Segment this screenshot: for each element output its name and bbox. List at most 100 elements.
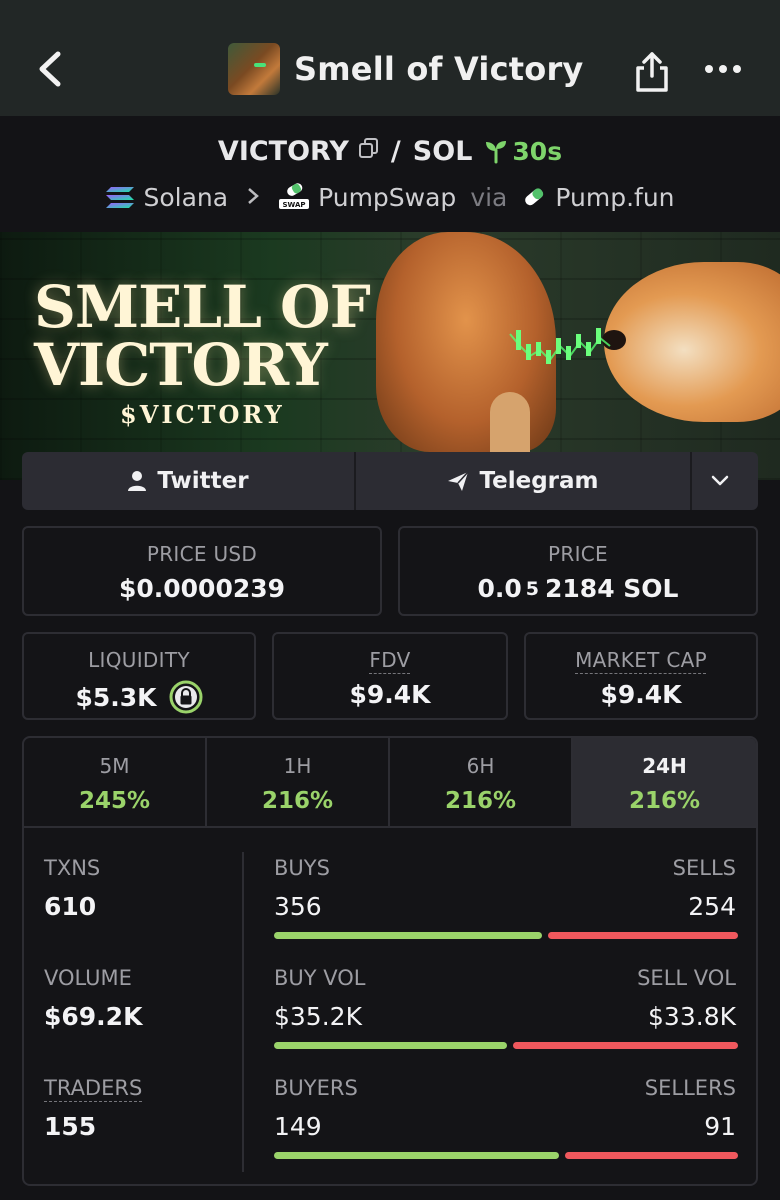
sprout-icon bbox=[486, 141, 507, 164]
tab-1h[interactable]: 1H 216% bbox=[207, 738, 390, 826]
traders-label[interactable]: TRADERS bbox=[44, 1076, 142, 1100]
sells-value: 254 bbox=[688, 892, 736, 921]
tab-24h[interactable]: 24H 216% bbox=[573, 738, 756, 826]
price-sol-digits: 2184 SOL bbox=[545, 574, 679, 603]
volume-label: VOLUME bbox=[44, 966, 132, 990]
banner-title-line1: SMELL OF bbox=[34, 273, 371, 341]
buyers-value: 149 bbox=[274, 1112, 322, 1141]
twitter-button[interactable]: Twitter bbox=[22, 452, 356, 510]
tab-24h-label: 24H bbox=[642, 754, 687, 778]
buys-label: BUYS bbox=[274, 856, 330, 880]
send-icon bbox=[448, 471, 470, 491]
buyers-label: BUYERS bbox=[274, 1076, 358, 1100]
chain-dex[interactable]: PumpSwap bbox=[318, 183, 456, 212]
market-cap-box: MARKET CAP $9.4K bbox=[524, 632, 758, 720]
liquidity-label: LIQUIDITY bbox=[88, 648, 190, 672]
more-links-dropdown[interactable] bbox=[692, 452, 758, 510]
sellers-bar bbox=[565, 1152, 738, 1159]
tab-6h-label: 6H bbox=[466, 754, 495, 778]
liquidity-box: LIQUIDITY $5.3K bbox=[22, 632, 256, 720]
price-sol-prefix: 0.0 bbox=[477, 574, 522, 603]
via-label: via bbox=[470, 182, 508, 212]
sells-label: SELLS bbox=[672, 856, 736, 880]
candlestick-graphic bbox=[509, 328, 611, 364]
banner-ticker: $VICTORY bbox=[120, 400, 285, 429]
pair-age: 30s bbox=[484, 137, 562, 166]
price-sol-value: 0.0 5 2184 SOL bbox=[400, 574, 756, 603]
chevron-down-icon bbox=[711, 475, 729, 486]
market-cap-value: $9.4K bbox=[600, 680, 682, 709]
price-sol-box: PRICE 0.0 5 2184 SOL bbox=[398, 526, 758, 616]
tab-1h-label: 1H bbox=[283, 754, 312, 778]
stats-panel: 5M 245% 1H 216% 6H 216% 24H 216% TXNS 61… bbox=[22, 736, 758, 1186]
more-button[interactable] bbox=[700, 52, 746, 86]
fdv-box: FDV $9.4K bbox=[272, 632, 508, 720]
traders-ratio-bar bbox=[274, 1152, 738, 1159]
liquidity-value-row: $5.3K bbox=[24, 680, 254, 714]
price-sol-label: PRICE bbox=[548, 542, 608, 566]
price-usd-label: PRICE USD bbox=[146, 542, 258, 566]
sell-vol-label: SELL VOL bbox=[637, 966, 736, 990]
base-symbol: VICTORY bbox=[217, 135, 349, 167]
traders-row: TRADERS 155 BUYERS 149 SELLERS 91 bbox=[24, 1048, 756, 1159]
banner-title: SMELL OF VICTORY bbox=[34, 273, 371, 399]
txns-label: TXNS bbox=[44, 856, 101, 880]
token-banner: SMELL OF VICTORY $VICTORY bbox=[0, 232, 780, 480]
telegram-button[interactable]: Telegram bbox=[356, 452, 692, 510]
chevron-right-icon bbox=[246, 183, 260, 212]
fdv-label[interactable]: FDV bbox=[369, 648, 410, 672]
pumpfun-icon bbox=[521, 184, 547, 210]
tab-5m-label: 5M bbox=[99, 754, 130, 778]
timeframe-tabs: 5M 245% 1H 216% 6H 216% 24H 216% bbox=[24, 738, 756, 828]
tab-5m[interactable]: 5M 245% bbox=[24, 738, 207, 826]
txns-row: TXNS 610 BUYS 356 SELLS 254 bbox=[24, 828, 756, 939]
token-title: Smell of Victory bbox=[228, 42, 583, 96]
sellers-label: SELLERS bbox=[644, 1076, 736, 1100]
buyers-bar bbox=[274, 1152, 559, 1159]
lock-icon[interactable] bbox=[169, 680, 203, 714]
price-sol-zero-count: 5 bbox=[525, 577, 540, 600]
sellers-value: 91 bbox=[704, 1112, 736, 1141]
volume-row: VOLUME $69.2K BUY VOL $35.2K SELL VOL $3… bbox=[24, 938, 756, 1049]
market-cap-label[interactable]: MARKET CAP bbox=[575, 648, 707, 672]
back-button[interactable] bbox=[30, 44, 70, 94]
social-links: Twitter Telegram bbox=[22, 452, 758, 510]
copy-icon[interactable] bbox=[357, 136, 381, 167]
telegram-label: Telegram bbox=[479, 468, 599, 494]
tab-5m-change: 245% bbox=[78, 788, 151, 814]
buy-vol-label: BUY VOL bbox=[274, 966, 366, 990]
quote-symbol: SOL bbox=[412, 135, 473, 167]
liquidity-value: $5.3K bbox=[75, 682, 157, 712]
traders-value: 155 bbox=[44, 1112, 97, 1141]
more-horizontal-icon bbox=[705, 65, 741, 73]
price-usd-value: $0.0000239 bbox=[118, 574, 286, 603]
chain-breadcrumb: Solana SWAP PumpSwap via Pump.fun bbox=[0, 176, 780, 218]
chain-launchpad[interactable]: Pump.fun bbox=[555, 183, 674, 212]
token-avatar bbox=[228, 43, 280, 95]
chain-network[interactable]: Solana bbox=[143, 183, 228, 212]
price-usd-box: PRICE USD $0.0000239 bbox=[22, 526, 382, 616]
share-button[interactable] bbox=[632, 46, 672, 96]
volume-value: $69.2K bbox=[44, 1002, 143, 1031]
tab-1h-change: 216% bbox=[261, 788, 334, 814]
pumpswap-icon: SWAP bbox=[278, 183, 310, 211]
pair-slash: / bbox=[390, 135, 401, 167]
sell-vol-value: $33.8K bbox=[648, 1002, 736, 1031]
fdv-value: $9.4K bbox=[349, 680, 431, 709]
tab-6h-change: 216% bbox=[444, 788, 517, 814]
solana-icon bbox=[105, 185, 135, 209]
svg-text:SWAP: SWAP bbox=[283, 201, 306, 209]
user-icon bbox=[128, 471, 147, 491]
twitter-label: Twitter bbox=[157, 468, 249, 494]
banner-title-line2: VICTORY bbox=[34, 331, 328, 399]
buy-vol-value: $35.2K bbox=[274, 1002, 362, 1031]
page-title: Smell of Victory bbox=[294, 50, 584, 88]
txns-value: 610 bbox=[44, 892, 97, 921]
pair-line: VICTORY / SOL 30s bbox=[0, 128, 780, 174]
share-icon bbox=[636, 52, 668, 92]
tab-6h[interactable]: 6H 216% bbox=[390, 738, 573, 826]
tab-24h-change: 216% bbox=[628, 788, 701, 814]
top-bar: Smell of Victory bbox=[0, 0, 780, 116]
pair-age-value: 30s bbox=[512, 136, 563, 166]
chevron-left-icon bbox=[39, 51, 61, 87]
